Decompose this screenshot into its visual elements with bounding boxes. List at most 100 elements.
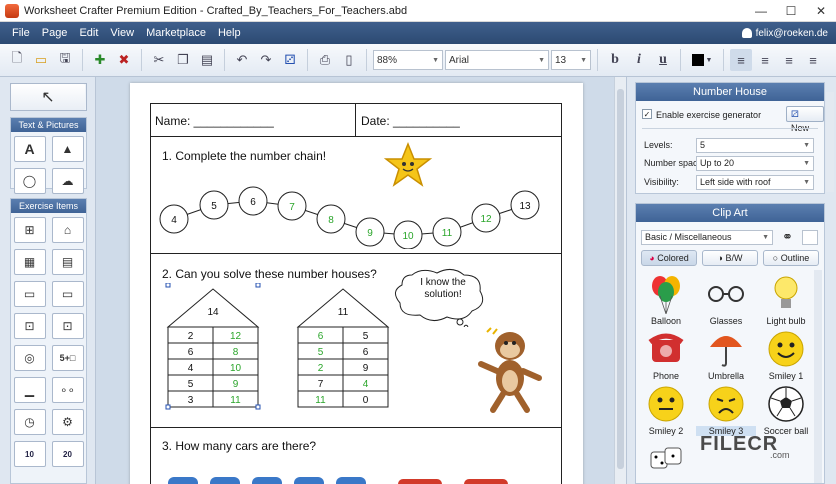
align-right-icon[interactable]: ≡ <box>778 49 800 71</box>
speech-bubble-icon[interactable]: ◯ <box>13 168 46 194</box>
maximize-button[interactable]: ☐ <box>776 0 806 22</box>
align-justify-icon[interactable]: ≡ <box>802 49 824 71</box>
canvas-scrollbar[interactable] <box>614 77 626 484</box>
font-select[interactable]: Arial ▼ <box>445 50 549 70</box>
text-color-button[interactable]: ▼ <box>687 49 717 71</box>
close-button[interactable]: ✕ <box>806 0 836 22</box>
clip-smiley-3[interactable]: Smiley 3 <box>696 384 756 436</box>
align-center-icon[interactable]: ≡ <box>754 49 776 71</box>
table-icon[interactable]: ▤ <box>51 249 84 275</box>
menu-bar: File Page Edit View Marketplace Help fel… <box>0 22 836 44</box>
search-input[interactable] <box>802 230 818 245</box>
cut-icon[interactable]: ✂ <box>148 49 170 71</box>
picture-tool-icon[interactable]: ▲ <box>51 136 84 162</box>
clip-light-bulb[interactable]: Light bulb <box>756 274 816 326</box>
enable-generator-checkbox[interactable]: ✓ <box>642 109 652 119</box>
twenty-frame-icon[interactable]: 20 <box>51 441 84 467</box>
tab-bw-label: B/W <box>725 253 743 263</box>
font-size-select[interactable]: 13 ▼ <box>551 50 591 70</box>
umbrella-icon <box>706 329 746 369</box>
name-field[interactable]: Name: ____________ <box>155 114 274 128</box>
clip-art-scrollbar[interactable] <box>814 270 822 483</box>
number-houses[interactable]: 14 2 12 6 8 4 10 5 9 3 11 11 6 5 5 6 2 9 7 4 11 0 <box>165 283 425 423</box>
scrollbar-thumb[interactable] <box>617 89 624 469</box>
number-line-icon[interactable]: ▭ <box>13 281 46 307</box>
paste-icon[interactable]: ▤ <box>196 49 218 71</box>
ruler-icon[interactable]: ▁ <box>13 377 46 403</box>
clip-balloon[interactable]: Balloon <box>636 274 696 326</box>
menu-edit[interactable]: Edit <box>73 27 104 39</box>
date-field[interactable]: Date: __________ <box>361 114 460 128</box>
menu-view[interactable]: View <box>104 27 140 39</box>
new-document-icon[interactable]: 🗋 <box>6 49 28 71</box>
clip-phone[interactable]: Phone <box>636 329 696 381</box>
tab-bw[interactable]: ◑ B/W <box>702 250 758 266</box>
clip-dice[interactable] <box>636 439 696 481</box>
light-bulb-icon <box>766 274 806 314</box>
house-number: 0 <box>363 395 369 406</box>
menu-page[interactable]: Page <box>36 27 74 39</box>
undo-icon[interactable]: ↶ <box>231 49 253 71</box>
arrow-chain-icon[interactable]: ▭ <box>51 281 84 307</box>
connect-icon[interactable]: ⊡ <box>51 313 84 339</box>
add-page-icon[interactable]: ✚ <box>89 49 111 71</box>
thought-bubble-icon[interactable]: ☁ <box>51 168 84 194</box>
arithmetic-icon[interactable]: 5+□ <box>51 345 84 371</box>
redo-icon[interactable]: ↷ <box>255 49 277 71</box>
clip-glasses[interactable]: Glasses <box>696 274 756 326</box>
binoculars-icon[interactable]: ⚭ <box>782 229 793 245</box>
properties-scrollbar[interactable] <box>826 92 834 192</box>
align-left-icon[interactable]: ≡ <box>730 49 752 71</box>
print-icon[interactable]: ⎙ <box>314 49 336 71</box>
clip-smiley-1[interactable]: Smiley 1 <box>756 329 816 381</box>
text-pictures-section: Text & Pictures A ▲ ◯ ☁ <box>10 117 87 194</box>
clip-umbrella[interactable]: Umbrella <box>696 329 756 381</box>
open-folder-icon[interactable]: ▭ <box>30 49 52 71</box>
levels-value: 5 <box>700 140 706 150</box>
minimize-button[interactable]: — <box>746 0 776 22</box>
number-space-select[interactable]: Up to 20 ▼ <box>696 156 814 171</box>
tab-outline[interactable]: ○ Outline <box>763 250 819 266</box>
menu-help[interactable]: Help <box>212 27 247 39</box>
tab-colored[interactable]: ◕ Colored <box>641 250 697 266</box>
toolbar: 🗋 ▭ 🖫 ✚ ✖ ✂ ❐ ▤ ↶ ↷ ⚂ ⎙ ▯ 88% ▼ Arial ▼ 13… <box>0 44 836 77</box>
house-number: 5 <box>188 379 194 390</box>
copy-icon[interactable]: ❐ <box>172 49 194 71</box>
menu-file[interactable]: File <box>6 27 36 39</box>
number-chain-icon[interactable]: ∘∘ <box>51 377 84 403</box>
delete-page-icon[interactable]: ✖ <box>113 49 135 71</box>
underline-button[interactable]: u <box>652 49 674 71</box>
house-number: 5 <box>363 331 369 342</box>
pointer-tool-icon[interactable]: ↖ <box>11 84 85 110</box>
new-button[interactable]: ⚂ New <box>786 106 824 133</box>
visibility-select[interactable]: Left side with roof ▼ <box>696 175 814 190</box>
clip-art-category-select[interactable]: Basic / Miscellaneous ▼ <box>641 230 773 245</box>
hundred-board-icon[interactable]: ▦ <box>13 249 46 275</box>
chain-number: 5 <box>211 201 217 212</box>
zoom-select[interactable]: 88% ▼ <box>373 50 443 70</box>
number-chain[interactable]: 4 5 6 7 8 9 10 11 12 13 <box>150 179 562 249</box>
worksheet-page[interactable]: Name: ____________ Date: __________ 1. C… <box>130 83 583 484</box>
levels-select[interactable]: 5 ▼ <box>696 138 814 153</box>
user-account[interactable]: felix@roeken.de <box>741 28 836 39</box>
ten-frame-icon[interactable]: 10 <box>13 441 46 467</box>
category-value: Basic / Miscellaneous <box>645 232 732 242</box>
house-number: 11 <box>230 395 241 406</box>
italic-button[interactable]: i <box>628 49 650 71</box>
chevron-down-icon: ▼ <box>580 56 587 64</box>
save-icon[interactable]: 🖫 <box>54 49 76 71</box>
bold-button[interactable]: b <box>604 49 626 71</box>
worksheet-canvas[interactable]: W Name: ____________ Date: __________ 1.… <box>96 77 626 484</box>
text-tool-icon[interactable]: A <box>13 136 46 162</box>
target-icon[interactable]: ◎ <box>13 345 46 371</box>
matching-icon[interactable]: ⊡ <box>13 313 46 339</box>
money-icon[interactable]: ⚙ <box>51 409 84 435</box>
tree-diagram-icon[interactable]: ⊞ <box>13 217 46 243</box>
menu-marketplace[interactable]: Marketplace <box>140 27 212 39</box>
dice-icon[interactable]: ⚂ <box>279 49 301 71</box>
clip-smiley-2[interactable]: Smiley 2 <box>636 384 696 436</box>
number-house-icon[interactable]: ⌂ <box>51 217 84 243</box>
page-view-icon[interactable]: ▯ <box>338 49 360 71</box>
clock-icon[interactable]: ◷ <box>13 409 46 435</box>
clip-soccer-ball[interactable]: Soccer ball <box>756 384 816 436</box>
